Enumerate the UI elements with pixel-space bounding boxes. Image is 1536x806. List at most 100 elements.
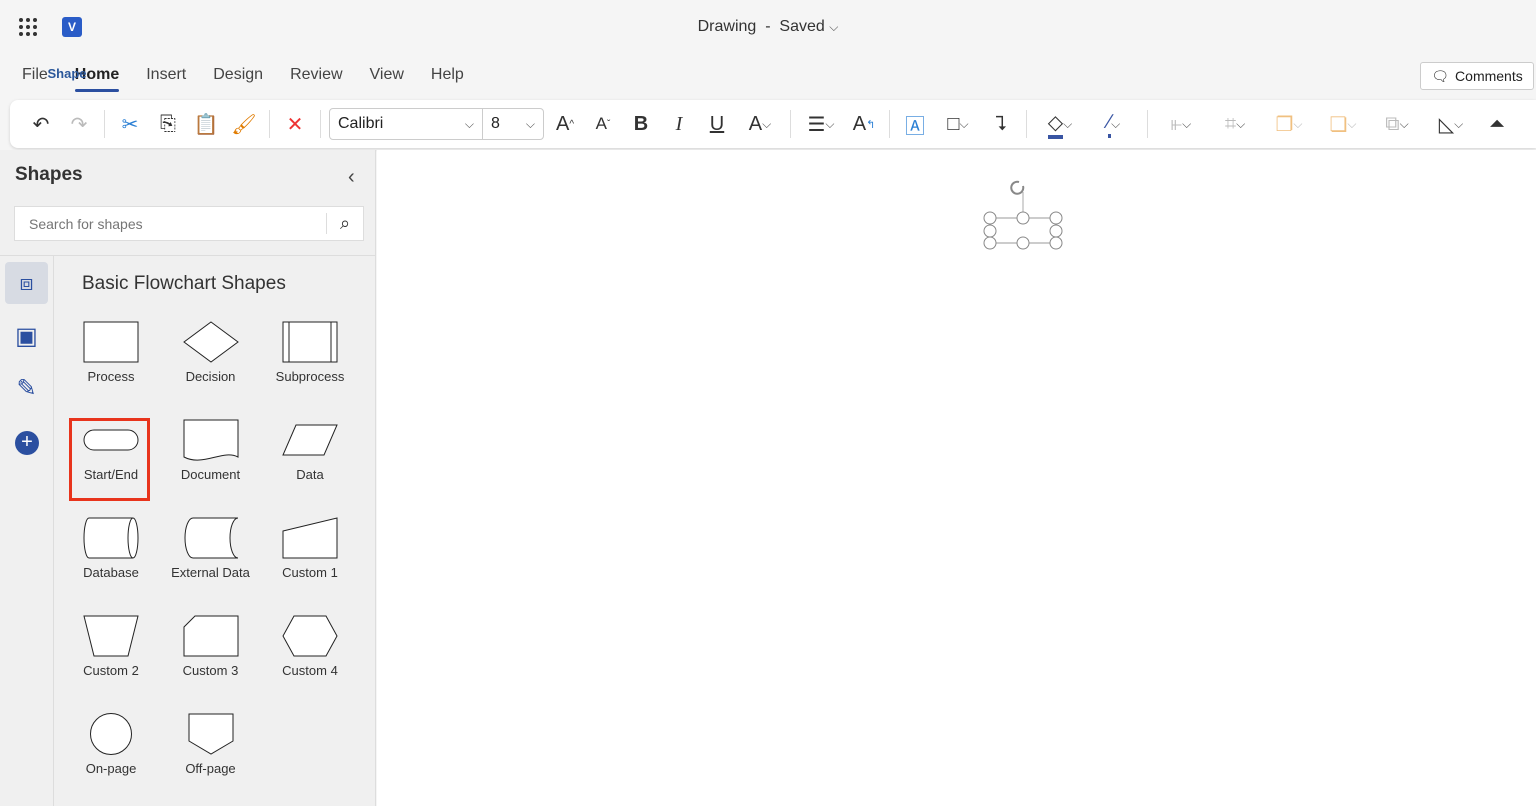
shape-label: Off-page xyxy=(185,761,236,776)
shape-custom-1[interactable]: Custom 1 xyxy=(265,517,355,580)
fill-icon[interactable]: ◇ ⌵ xyxy=(1035,109,1085,139)
underline-icon[interactable]: U xyxy=(700,109,734,139)
shape-label: Custom 2 xyxy=(83,663,139,678)
italic-icon[interactable]: I xyxy=(662,109,696,139)
tab-insert[interactable]: Insert xyxy=(146,66,186,92)
selected-start-end-shape[interactable] xyxy=(977,172,1067,252)
shape-thumbnail-icon xyxy=(83,321,139,363)
font-color-icon[interactable]: A ⌵ xyxy=(738,109,782,139)
divider xyxy=(1147,110,1148,138)
shape-custom-3[interactable]: Custom 3 xyxy=(166,615,256,678)
shape-database[interactable]: Database xyxy=(66,517,156,580)
tab-shape[interactable]: Shape xyxy=(22,66,112,89)
copy-icon[interactable]: ⎘ xyxy=(151,109,185,139)
tab-design[interactable]: Design xyxy=(213,66,263,92)
shape-thumbnail-icon xyxy=(188,713,233,755)
text-box-icon[interactable]: 🄰 xyxy=(898,109,932,139)
comments-label: Comments xyxy=(1455,68,1523,84)
undo-icon[interactable]: ↶ xyxy=(24,109,58,139)
text-rotate-icon[interactable]: A ↰ xyxy=(847,109,881,139)
selection-highlight xyxy=(69,418,150,501)
divider xyxy=(269,110,270,138)
search-shapes-input[interactable]: ⌕ xyxy=(14,206,364,241)
shape-label: Process xyxy=(87,369,135,384)
rotate-handle-icon xyxy=(1010,180,1025,195)
doc-name: Drawing xyxy=(697,18,757,35)
bold-icon[interactable]: B xyxy=(624,109,658,139)
paste-icon[interactable]: 📋 xyxy=(189,109,223,139)
collapse-panel-button[interactable]: ‹ xyxy=(348,166,355,189)
format-painter-icon[interactable]: 🖌 xyxy=(227,109,261,139)
ribbon-tabs: File Home Insert Design Review View Help… xyxy=(22,66,464,92)
shape-off-page[interactable]: Off-page xyxy=(166,713,256,776)
shape-thumbnail-icon xyxy=(282,321,338,363)
shape-custom-4[interactable]: Custom 4 xyxy=(265,615,355,678)
shrink-font-icon[interactable]: Aˇ xyxy=(586,109,620,139)
shape-thumbnail-icon xyxy=(83,615,139,657)
divider xyxy=(0,255,375,256)
shape-thumbnail-icon xyxy=(182,321,239,363)
document-title[interactable]: Drawing - Saved ⌵ xyxy=(0,18,1536,36)
shape-thumbnail-icon xyxy=(83,517,139,559)
tab-view[interactable]: View xyxy=(370,66,404,92)
chevron-down-icon: ⌵ xyxy=(464,116,474,131)
font-size-value: 8 xyxy=(491,115,500,132)
drafting-stencil-icon[interactable]: ✎ xyxy=(5,368,48,410)
redo-icon[interactable]: ↷ xyxy=(62,109,96,139)
shape-label: Data xyxy=(296,467,324,482)
cut-icon[interactable]: ✂ xyxy=(113,109,147,139)
shape-thumbnail-icon xyxy=(90,713,132,755)
shape-process[interactable]: Process xyxy=(66,321,156,384)
rotate-icon[interactable]: ◺ ⌵ xyxy=(1426,109,1476,139)
connector-icon[interactable]: ⮧ xyxy=(984,109,1018,139)
shape-label: External Data xyxy=(171,565,250,580)
grow-font-icon[interactable]: A ^ xyxy=(548,109,582,139)
divider xyxy=(1026,110,1027,138)
shape-decision[interactable]: Decision xyxy=(166,321,256,384)
position-icon[interactable]: ⌗ ⌵ xyxy=(1210,109,1260,139)
tab-review[interactable]: Review xyxy=(290,66,342,92)
drawing-canvas[interactable] xyxy=(377,150,1536,806)
comments-button[interactable]: 🗨 Comments xyxy=(1420,62,1534,90)
shape-subprocess[interactable]: Subprocess xyxy=(265,321,355,384)
shape-label: Decision xyxy=(185,369,236,384)
shape-custom-2[interactable]: Custom 2 xyxy=(66,615,156,678)
ribbon-toolbar: ↶ ↷ ✂ ⎘ 📋 🖌 ✕ Calibri ⌵ 8 ⌵ A ^ Aˇ B I U A ⌵… xyxy=(10,100,1536,148)
shape-label: On-page xyxy=(85,761,137,776)
shape-thumbnail-icon xyxy=(184,517,238,559)
line-color-icon[interactable]: ∕ ⌵ xyxy=(1089,109,1139,139)
shape-label: Database xyxy=(83,565,139,580)
tab-help[interactable]: Help xyxy=(431,66,464,92)
shape-thumbnail-icon xyxy=(183,615,238,657)
align-shapes-icon[interactable]: ⫦ ⌵ xyxy=(1156,109,1206,139)
shape-label: Custom 4 xyxy=(282,663,338,678)
delete-icon[interactable]: ✕ xyxy=(278,109,312,139)
divider xyxy=(104,110,105,138)
shape-on-page[interactable]: On-page xyxy=(66,713,156,776)
flowchart-stencil-icon[interactable]: ⧈ xyxy=(5,262,48,304)
shape-data[interactable]: Data xyxy=(265,419,355,482)
diagram-stencil-icon[interactable]: ▣ xyxy=(5,316,48,358)
stencil-rail: ⧈ ▣ ✎ + xyxy=(0,256,54,806)
sep: - xyxy=(765,18,771,35)
shape-document[interactable]: Document xyxy=(166,419,256,482)
flip-icon[interactable]: ⏶ xyxy=(1480,109,1514,139)
font-select[interactable]: Calibri ⌵ xyxy=(329,108,483,140)
shape-label: Custom 1 xyxy=(282,565,338,580)
shape-external-data[interactable]: External Data xyxy=(166,517,256,580)
shape-thumbnail-icon xyxy=(282,615,338,657)
shape-label: Document xyxy=(180,467,241,482)
group-icon[interactable]: ⧉ ⌵ xyxy=(1372,109,1422,139)
rectangle-icon[interactable]: □ ⌵ xyxy=(936,109,980,139)
align-icon[interactable]: ☰ ⌵ xyxy=(799,109,843,139)
add-stencil-icon[interactable]: + xyxy=(15,431,39,455)
font-size-select[interactable]: 8 ⌵ xyxy=(482,108,544,140)
panel-title: Shapes xyxy=(15,164,83,185)
bring-forward-icon[interactable]: ❐ ⌵ xyxy=(1264,109,1314,139)
search-icon[interactable]: ⌕ xyxy=(326,213,363,234)
search-input[interactable] xyxy=(15,207,326,240)
shape-label: Subprocess xyxy=(275,369,345,384)
send-backward-icon[interactable]: ❏ ⌵ xyxy=(1318,109,1368,139)
stencil-title: Basic Flowchart Shapes xyxy=(82,273,286,294)
font-value: Calibri xyxy=(338,115,384,132)
